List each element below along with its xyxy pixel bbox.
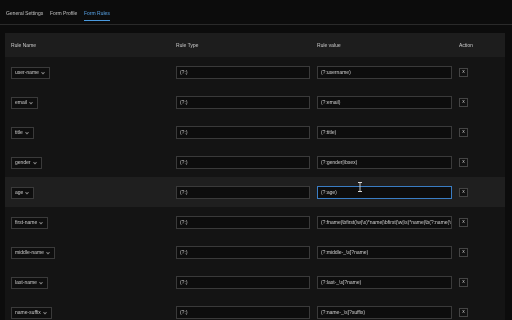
rule-type-value: (?:) bbox=[180, 189, 188, 196]
rule-name-value: middle-name bbox=[15, 250, 44, 256]
rule-value-input[interactable]: (?:age) bbox=[317, 186, 452, 199]
rule-type-value: (?:) bbox=[180, 129, 188, 136]
rule-type-input[interactable]: (?:) bbox=[176, 246, 310, 259]
chevron-down-icon bbox=[39, 221, 44, 225]
rule-value-input[interactable]: (?:title) bbox=[317, 126, 452, 139]
table-row: last-name (?:) (?:last-_\s]?name) x bbox=[5, 267, 505, 298]
delete-rule-button[interactable]: x bbox=[459, 308, 468, 317]
rule-name-select[interactable]: title bbox=[11, 127, 34, 139]
chevron-down-icon bbox=[39, 281, 43, 285]
chevron-down-icon bbox=[29, 101, 33, 105]
rule-value-input[interactable]: (?:name-_\s]?suffix) bbox=[317, 306, 452, 319]
rule-name-value: last-name bbox=[15, 280, 37, 286]
delete-rule-button[interactable]: x bbox=[459, 68, 468, 77]
rule-name-value: name-suffix bbox=[15, 310, 41, 316]
rule-name-value: first-name bbox=[15, 220, 38, 226]
table-row: user-name (?:) (?:username) x bbox=[5, 57, 505, 88]
chevron-down-icon bbox=[46, 251, 50, 255]
rule-value-text: (?:title) bbox=[321, 129, 337, 136]
delete-rule-button[interactable]: x bbox=[459, 218, 468, 227]
rule-name-value: user-name bbox=[15, 70, 39, 76]
text-cursor-icon bbox=[358, 182, 362, 192]
header-action: Action bbox=[459, 43, 473, 49]
rule-name-value: title bbox=[15, 130, 23, 136]
rule-value-input[interactable]: (?:username) bbox=[317, 66, 452, 79]
rule-value-input[interactable]: (?:gender|\bsex) bbox=[317, 156, 452, 169]
form-rules-table: Rule Name Rule Type Rule value Action us… bbox=[5, 33, 505, 320]
table-row: email (?:) (?:email) x bbox=[5, 87, 505, 118]
table-row: age (?:) (?:age) x bbox=[5, 177, 505, 208]
rule-type-value: (?:) bbox=[180, 219, 188, 226]
rule-value-text: (?:middle-_\s]?name) bbox=[321, 249, 369, 256]
rule-type-value: (?:) bbox=[180, 159, 188, 166]
table-header: Rule Name Rule Type Rule value Action bbox=[5, 33, 505, 58]
rule-type-value: (?:) bbox=[180, 69, 188, 76]
table-row: middle-name (?:) (?:middle-_\s]?name) x bbox=[5, 237, 505, 268]
rule-value-input[interactable]: (?:fname|\bfirst(\w|\s)*name|\bfirst(\w|… bbox=[317, 216, 452, 229]
tab-form-profile[interactable]: Form Profile bbox=[50, 11, 77, 17]
rule-type-input[interactable]: (?:) bbox=[176, 156, 310, 169]
rule-value-text: (?:email) bbox=[321, 99, 341, 106]
rule-name-select[interactable]: gender bbox=[11, 157, 42, 169]
delete-rule-button[interactable]: x bbox=[459, 98, 468, 107]
delete-rule-button[interactable]: x bbox=[459, 278, 468, 287]
delete-rule-button[interactable]: x bbox=[459, 128, 468, 137]
delete-rule-button[interactable]: x bbox=[459, 158, 468, 167]
rule-type-input[interactable]: (?:) bbox=[176, 126, 310, 139]
rule-value-input[interactable]: (?:email) bbox=[317, 96, 452, 109]
rule-type-input[interactable]: (?:) bbox=[176, 66, 310, 79]
rule-value-text: (?:last-_\s]?name) bbox=[321, 279, 362, 286]
rule-type-input[interactable]: (?:) bbox=[176, 96, 310, 109]
rule-value-text: (?:username) bbox=[321, 69, 351, 76]
header-rule-value: Rule value bbox=[317, 43, 341, 49]
rule-name-value: age bbox=[15, 190, 24, 196]
chevron-down-icon bbox=[32, 161, 37, 165]
rule-name-select[interactable]: first-name bbox=[11, 217, 49, 229]
rule-value-text: (?:gender|\bsex) bbox=[321, 159, 358, 166]
rule-type-value: (?:) bbox=[180, 279, 188, 286]
rule-type-input[interactable]: (?:) bbox=[176, 306, 310, 319]
table-row: title (?:) (?:title) x bbox=[5, 117, 505, 148]
header-rule-type: Rule Type bbox=[176, 43, 199, 49]
chevron-down-icon bbox=[42, 311, 47, 315]
rule-value-text: (?:age) bbox=[321, 189, 337, 196]
rule-name-value: gender bbox=[15, 160, 31, 166]
rule-name-select[interactable]: middle-name bbox=[11, 247, 55, 259]
delete-rule-button[interactable]: x bbox=[459, 248, 468, 257]
table-row: first-name (?:) (?:fname|\bfirst(\w|\s)*na… bbox=[5, 207, 505, 238]
rule-name-select[interactable]: email bbox=[11, 97, 38, 109]
rule-type-input[interactable]: (?:) bbox=[176, 216, 310, 229]
rule-type-input[interactable]: (?:) bbox=[176, 276, 310, 289]
rule-type-input[interactable]: (?:) bbox=[176, 186, 310, 199]
table-row: name-suffix (?:) (?:name-_\s]?suffix) x bbox=[5, 297, 505, 320]
tab-form-rules[interactable]: Form Rules bbox=[84, 11, 110, 21]
rule-name-select[interactable]: name-suffix bbox=[11, 307, 52, 319]
tab-general-settings[interactable]: General Settings bbox=[6, 11, 43, 17]
rule-type-value: (?:) bbox=[180, 249, 188, 256]
header-rule-name: Rule Name bbox=[11, 43, 37, 49]
rule-name-value: email bbox=[15, 100, 27, 106]
chevron-down-icon bbox=[25, 191, 30, 195]
rule-name-select[interactable]: user-name bbox=[11, 67, 50, 79]
rule-name-select[interactable]: last-name bbox=[11, 277, 48, 289]
rule-value-input[interactable]: (?:last-_\s]?name) bbox=[317, 276, 452, 289]
rule-name-select[interactable]: age bbox=[11, 187, 35, 199]
tab-bar: General Settings Form Profile Form Rules bbox=[0, 0, 512, 25]
chevron-down-icon bbox=[41, 71, 45, 75]
rule-value-text: (?:fname|\bfirst(\w|\s)*name|\bfirst(\w|… bbox=[321, 219, 452, 226]
rule-value-input[interactable]: (?:middle-_\s]?name) bbox=[317, 246, 452, 259]
rule-type-value: (?:) bbox=[180, 99, 188, 106]
rule-type-value: (?:) bbox=[180, 309, 188, 316]
delete-rule-button[interactable]: x bbox=[459, 188, 468, 197]
rule-value-text: (?:name-_\s]?suffix) bbox=[321, 309, 366, 316]
table-row: gender (?:) (?:gender|\bsex) x bbox=[5, 147, 505, 178]
chevron-down-icon bbox=[24, 131, 29, 135]
